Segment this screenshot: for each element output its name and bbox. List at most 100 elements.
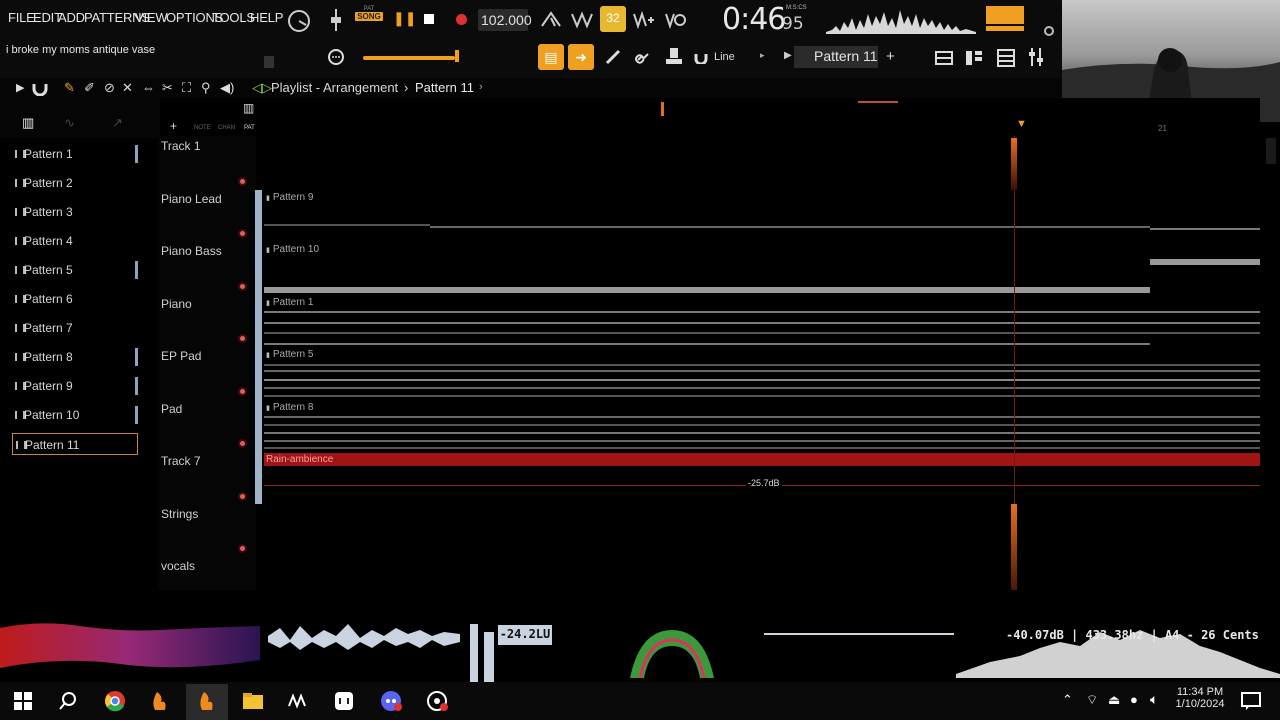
search-icon[interactable] xyxy=(57,690,79,712)
fl-studio-icon[interactable] xyxy=(149,690,171,712)
track-name[interactable]: Track 1 xyxy=(161,139,201,153)
loop-marker[interactable] xyxy=(661,102,664,116)
chat-bubble-icon[interactable] xyxy=(326,48,346,68)
playlist-window-button[interactable]: ▤ xyxy=(538,44,564,70)
pattern-list-item[interactable]: Pattern 9 xyxy=(12,375,138,397)
track-name[interactable]: vocals xyxy=(161,559,195,573)
step-edit-icon[interactable] xyxy=(632,10,654,30)
track-name[interactable]: Track 7 xyxy=(161,454,201,468)
mute-tool-icon[interactable]: ✕ xyxy=(122,80,133,96)
track-name[interactable]: Piano xyxy=(161,297,192,311)
obs-icon[interactable] xyxy=(426,690,448,712)
clip-label[interactable]: Pattern 1 xyxy=(266,297,314,308)
track-name[interactable]: Piano Lead xyxy=(161,192,222,206)
menu-view[interactable]: VIEW xyxy=(135,10,168,25)
track-name[interactable]: Piano Bass xyxy=(161,244,222,258)
delete-tool-icon[interactable]: ⊘ xyxy=(104,80,115,96)
playback-tool-icon[interactable]: ◀) xyxy=(220,80,234,96)
chrome-icon[interactable] xyxy=(104,690,126,712)
track-mute-button[interactable] xyxy=(238,439,247,448)
slice-tool-icon[interactable]: ✂ xyxy=(162,80,173,96)
menu-add[interactable]: ADD xyxy=(58,10,85,25)
pattern-prev-icon[interactable]: ▶ xyxy=(784,50,792,61)
audio-clip-rain-ambience[interactable] xyxy=(264,453,1260,466)
menu-help[interactable]: HELP xyxy=(250,10,283,25)
pattern-picker-icon[interactable]: ▥ xyxy=(243,101,254,115)
zoom-tool-icon[interactable]: ⚲ xyxy=(201,80,211,96)
add-track-button[interactable]: + xyxy=(170,119,177,133)
wait-input-icon[interactable] xyxy=(570,10,594,30)
pattern-list-item[interactable]: Pattern 3 xyxy=(12,201,138,223)
pattern-list-item-selected[interactable]: Pattern 11 xyxy=(12,433,138,455)
track-name[interactable]: Strings xyxy=(161,507,198,521)
track-mute-button[interactable] xyxy=(238,177,247,186)
track-mute-button[interactable] xyxy=(238,492,247,501)
pause-button[interactable]: ❚❚ xyxy=(393,10,416,27)
draw-tool-icon[interactable]: ✎ xyxy=(64,80,75,96)
metronome-icon[interactable] xyxy=(540,10,562,30)
track-name[interactable]: Pad xyxy=(161,402,182,416)
menu-tools[interactable]: TOOLS xyxy=(212,10,255,25)
tempo-tap-icon[interactable] xyxy=(328,8,344,32)
magnet-snap-icon[interactable] xyxy=(694,50,708,64)
select-tool-icon[interactable]: ⛶ xyxy=(182,80,191,96)
tab-pat[interactable]: PAT xyxy=(244,125,255,131)
clip-label[interactable]: Pattern 8 xyxy=(266,402,314,413)
system-clock[interactable]: 11:34 PM 1/10/2024 xyxy=(1172,686,1228,710)
playlist-view-icon[interactable] xyxy=(934,48,954,68)
piano-roll-filter-icon[interactable]: ▥ xyxy=(22,115,34,131)
loop-record-icon[interactable] xyxy=(664,10,686,30)
master-volume-knob[interactable] xyxy=(1044,26,1054,36)
hint-panel-grip[interactable] xyxy=(264,56,274,68)
pattern-list-item[interactable]: Pattern 5 xyxy=(12,259,138,281)
notes-app-icon[interactable] xyxy=(333,690,355,712)
plugin-database-icon[interactable] xyxy=(1026,46,1046,68)
track-name[interactable]: EP Pad xyxy=(161,349,201,363)
usb-device-icon[interactable]: ⏏ xyxy=(1108,692,1120,708)
pattern-list-item[interactable]: Pattern 8 xyxy=(12,346,138,368)
brush-tool-icon[interactable] xyxy=(604,48,622,66)
main-volume-slider[interactable] xyxy=(363,56,455,60)
snap-arrow-icon[interactable]: ▸ xyxy=(760,50,765,61)
time-selection-bar[interactable] xyxy=(858,101,898,103)
paint-tool-icon[interactable]: ✐ xyxy=(84,80,95,96)
timeline-ruler[interactable] xyxy=(262,98,1260,132)
playhead-marker-icon[interactable]: ▼ xyxy=(1016,118,1027,130)
menu-file[interactable]: FILE xyxy=(8,10,35,25)
track-mute-button[interactable] xyxy=(238,544,247,553)
record-button[interactable] xyxy=(456,14,467,25)
tab-chan[interactable]: CHAN xyxy=(218,125,235,131)
track-mute-button[interactable] xyxy=(238,229,247,238)
track-mute-button[interactable] xyxy=(238,387,247,396)
pattern-selector[interactable]: Pattern 11 xyxy=(794,46,878,68)
playlist-menu-arrow-icon[interactable]: ▶ xyxy=(16,81,24,94)
snap-magnet-icon[interactable] xyxy=(32,80,48,96)
clip-label[interactable]: Pattern 5 xyxy=(266,349,314,360)
pattern-list-item[interactable]: Pattern 6 xyxy=(12,288,138,310)
channel-rack-icon[interactable] xyxy=(964,48,984,68)
pat-song-toggle[interactable]: PAT SONG xyxy=(355,6,383,21)
countdown-button[interactable]: 32 xyxy=(600,6,626,32)
next-arrow-button[interactable]: ➜ xyxy=(568,44,594,70)
audio-app-icon[interactable] xyxy=(287,690,309,712)
network-icon[interactable]: ⌔ xyxy=(1086,692,1098,708)
tab-note[interactable]: NOTE xyxy=(194,125,211,131)
speaker-volume-icon[interactable]: 🔈︎ xyxy=(1150,691,1158,708)
stamp-icon[interactable] xyxy=(664,46,684,68)
clip-label[interactable]: Pattern 9 xyxy=(266,192,314,203)
track-mute-button[interactable] xyxy=(238,334,247,343)
pattern-list-item[interactable]: Pattern 2 xyxy=(12,172,138,194)
tempo-display[interactable]: 102.000 xyxy=(478,9,532,31)
snap-mode-select[interactable]: Line xyxy=(714,51,735,63)
mixer-icon[interactable] xyxy=(996,48,1016,68)
main-volume-handle[interactable] xyxy=(455,50,459,62)
add-pattern-button[interactable]: + xyxy=(886,48,895,65)
pattern-list-item[interactable]: Pattern 10 xyxy=(12,404,138,426)
automation-filter-icon[interactable]: ↗ xyxy=(112,115,123,131)
notification-center-icon[interactable] xyxy=(1240,690,1262,712)
pattern-list-item[interactable]: Pattern 4 xyxy=(12,230,138,252)
microphone-icon[interactable]: ● xyxy=(1130,692,1138,707)
clip-label[interactable]: Pattern 10 xyxy=(266,244,319,255)
pattern-list-item[interactable]: Pattern 1 xyxy=(12,143,138,165)
windows-start-icon[interactable] xyxy=(12,690,34,712)
